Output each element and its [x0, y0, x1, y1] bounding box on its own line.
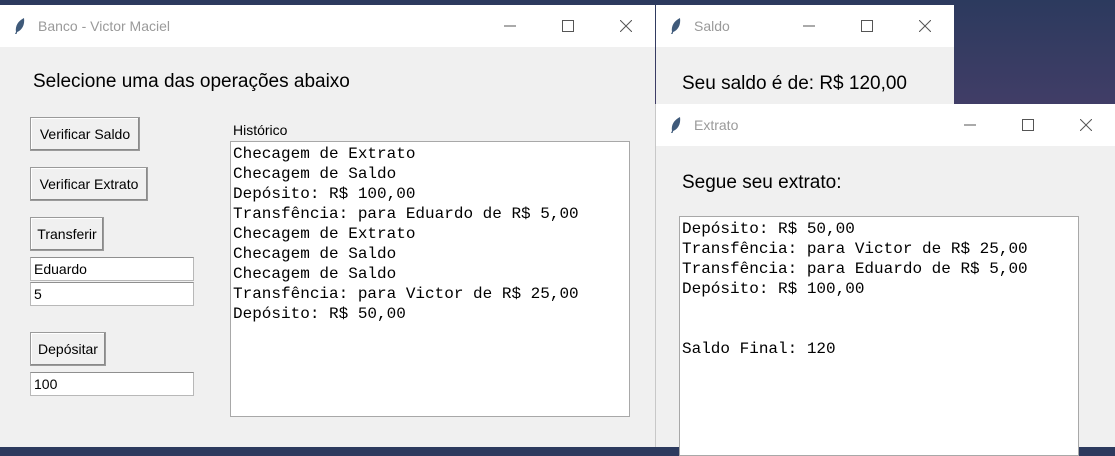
maximize-button[interactable] [999, 104, 1057, 146]
text-line: Checagem de Saldo [233, 265, 397, 283]
text-line: Depósito: R$ 50,00 [682, 220, 855, 238]
operations-heading: Selecione uma das operações abaixo [33, 71, 350, 92]
close-icon [919, 20, 931, 32]
close-icon [1080, 119, 1092, 131]
text-line: Depósito: R$ 100,00 [682, 280, 865, 298]
minimize-button[interactable] [780, 5, 838, 47]
extrato-window: Extrato Segue seu extrato: Depósito: R$ … [655, 104, 1115, 456]
text-line [682, 319, 1076, 339]
feather-icon [670, 117, 686, 133]
text-line [682, 299, 1076, 319]
close-icon [620, 20, 632, 32]
close-button[interactable] [1057, 104, 1115, 146]
close-button[interactable] [597, 5, 655, 47]
text-line: Checagem de Extrato [233, 145, 416, 163]
maximize-icon [562, 20, 574, 32]
window-title: Extrato [694, 117, 739, 133]
text-line: Transfência: para Eduardo de R$ 5,00 [233, 205, 579, 223]
minimize-button[interactable] [941, 104, 999, 146]
feather-icon [670, 18, 686, 34]
text-line: Transfência: para Victor de R$ 25,00 [682, 240, 1028, 258]
close-button[interactable] [896, 5, 954, 47]
extrato-heading: Segue seu extrato: [682, 172, 842, 193]
verificar-extrato-button[interactable]: Verificar Extrato [30, 167, 148, 201]
deposit-amount-field[interactable]: 100 [30, 372, 194, 396]
main-titlebar[interactable]: Banco - Victor Maciel [0, 5, 655, 47]
extrato-textbox[interactable]: Depósito: R$ 50,00 Transfência: para Vict… [679, 216, 1079, 456]
text-line: Depósito: R$ 100,00 [233, 185, 416, 203]
depositar-button[interactable]: Depósitar [30, 332, 106, 366]
text-line: Checagem de Extrato [233, 225, 416, 243]
minimize-icon [964, 124, 976, 126]
saldo-message: Seu saldo é de: R$ 120,00 [682, 73, 908, 94]
maximize-icon [861, 20, 873, 32]
extrato-titlebar[interactable]: Extrato [656, 104, 1115, 146]
minimize-icon [504, 25, 516, 27]
transferir-button[interactable]: Transferir [30, 217, 104, 251]
text-line: Transfência: para Victor de R$ 25,00 [233, 285, 579, 303]
historico-label: Histórico [233, 122, 288, 138]
text-line: Checagem de Saldo [233, 165, 397, 183]
transfer-amount-field[interactable]: 5 [30, 282, 194, 306]
text-line: Depósito: R$ 50,00 [233, 305, 406, 323]
transfer-recipient-field[interactable]: Eduardo [30, 257, 194, 281]
saldo-window: Saldo Seu saldo é de: R$ 120,00 [656, 5, 954, 105]
minimize-icon [803, 25, 815, 27]
maximize-icon [1022, 119, 1034, 131]
text-line: Saldo Final: 120 [682, 340, 836, 358]
minimize-button[interactable] [481, 5, 539, 47]
maximize-button[interactable] [838, 5, 896, 47]
saldo-titlebar[interactable]: Saldo [656, 5, 954, 47]
text-line: Checagem de Saldo [233, 245, 397, 263]
maximize-button[interactable] [539, 5, 597, 47]
window-title: Saldo [694, 18, 730, 34]
main-window: Banco - Victor Maciel Selecione uma das … [0, 5, 655, 447]
window-title: Banco - Victor Maciel [38, 18, 171, 34]
text-line: Transfência: para Eduardo de R$ 5,00 [682, 260, 1028, 278]
feather-icon [14, 18, 30, 34]
historico-textbox[interactable]: Checagem de Extrato Checagem de Saldo Depó… [230, 141, 630, 417]
verificar-saldo-button[interactable]: Verificar Saldo [30, 117, 140, 151]
